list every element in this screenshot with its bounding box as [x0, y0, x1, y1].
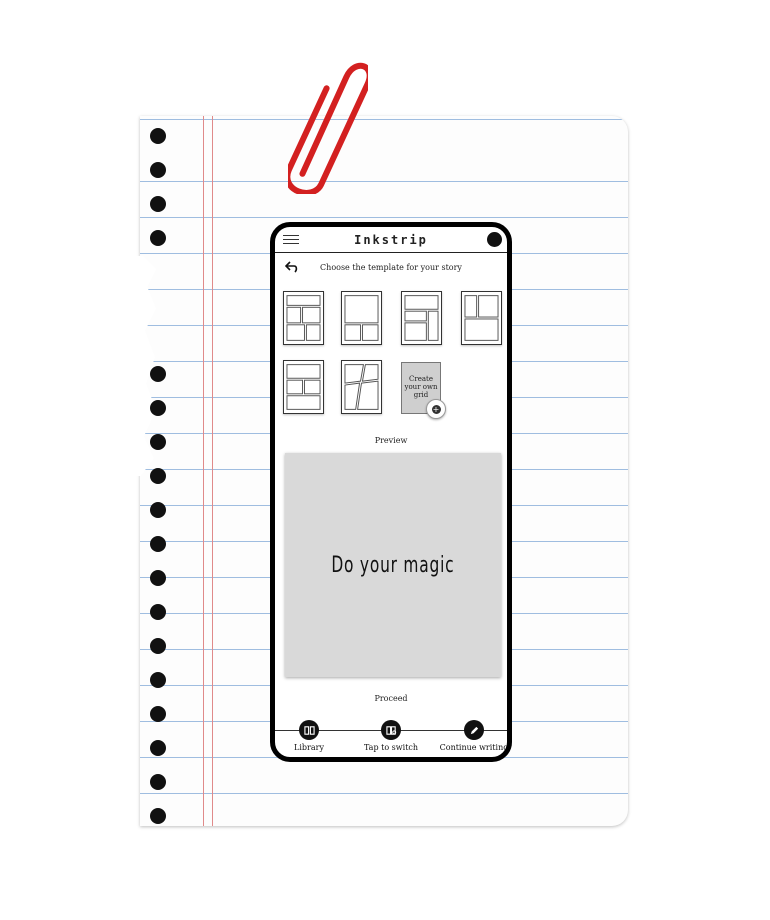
- binder-hole: [150, 638, 166, 654]
- nav-library[interactable]: Library: [287, 720, 331, 752]
- binder-hole: [150, 502, 166, 518]
- binder-holes: [140, 116, 180, 826]
- binder-hole: [150, 570, 166, 586]
- binder-hole: [150, 230, 166, 246]
- binder-hole: [150, 366, 166, 382]
- template-layout-icon: [344, 295, 379, 341]
- template-layout-icon: [404, 295, 439, 341]
- binder-hole: [150, 706, 166, 722]
- nav-library-label: Library: [294, 743, 324, 752]
- template-option[interactable]: [341, 360, 382, 414]
- nav-continue-label: Continue writing: [439, 743, 509, 752]
- template-option[interactable]: [283, 291, 324, 345]
- binder-hole: [150, 740, 166, 756]
- pencil-icon: [464, 720, 484, 740]
- add-grid-icon[interactable]: +: [426, 399, 446, 419]
- page-subtitle: Choose the template for your story: [320, 263, 462, 272]
- binder-hole: [150, 468, 166, 484]
- template-option[interactable]: [461, 291, 502, 345]
- proceed-button[interactable]: Proceed: [275, 694, 507, 703]
- binder-hole: [150, 128, 166, 144]
- profile-avatar[interactable]: [487, 232, 502, 247]
- book-icon: [299, 720, 319, 740]
- nav-continue-writing[interactable]: Continue writing: [439, 720, 509, 752]
- binder-hole: [150, 672, 166, 688]
- paperclip-icon: [288, 62, 368, 194]
- template-layout-icon: [286, 364, 321, 410]
- margin-line: [203, 116, 204, 826]
- template-layout-icon: [344, 364, 379, 410]
- preview-label: Preview: [374, 436, 408, 445]
- phone-frame: Inkstrip Choose the template for your st…: [270, 222, 512, 762]
- binder-hole: [150, 774, 166, 790]
- template-option[interactable]: [341, 291, 382, 345]
- preview-canvas[interactable]: Do your magic: [285, 453, 501, 677]
- template-layout-icon: [464, 295, 499, 341]
- canvas-placeholder-text: Do your magic: [331, 552, 455, 578]
- template-layout-icon: [286, 295, 321, 341]
- binder-hole: [150, 196, 166, 212]
- margin-line: [212, 116, 213, 826]
- binder-hole: [150, 434, 166, 450]
- switch-book-icon: [381, 720, 401, 740]
- binder-hole: [150, 400, 166, 416]
- app-title: Inkstrip: [354, 232, 428, 247]
- binder-hole: [150, 604, 166, 620]
- nav-switch-label: Tap to switch: [363, 743, 419, 752]
- template-option[interactable]: [401, 291, 442, 345]
- template-option[interactable]: [283, 360, 324, 414]
- nav-switch[interactable]: Tap to switch: [359, 720, 423, 752]
- binder-hole: [150, 536, 166, 552]
- binder-hole: [150, 162, 166, 178]
- binder-hole: [150, 808, 166, 824]
- app-header: Inkstrip: [275, 227, 507, 253]
- hamburger-menu-icon[interactable]: [283, 235, 299, 245]
